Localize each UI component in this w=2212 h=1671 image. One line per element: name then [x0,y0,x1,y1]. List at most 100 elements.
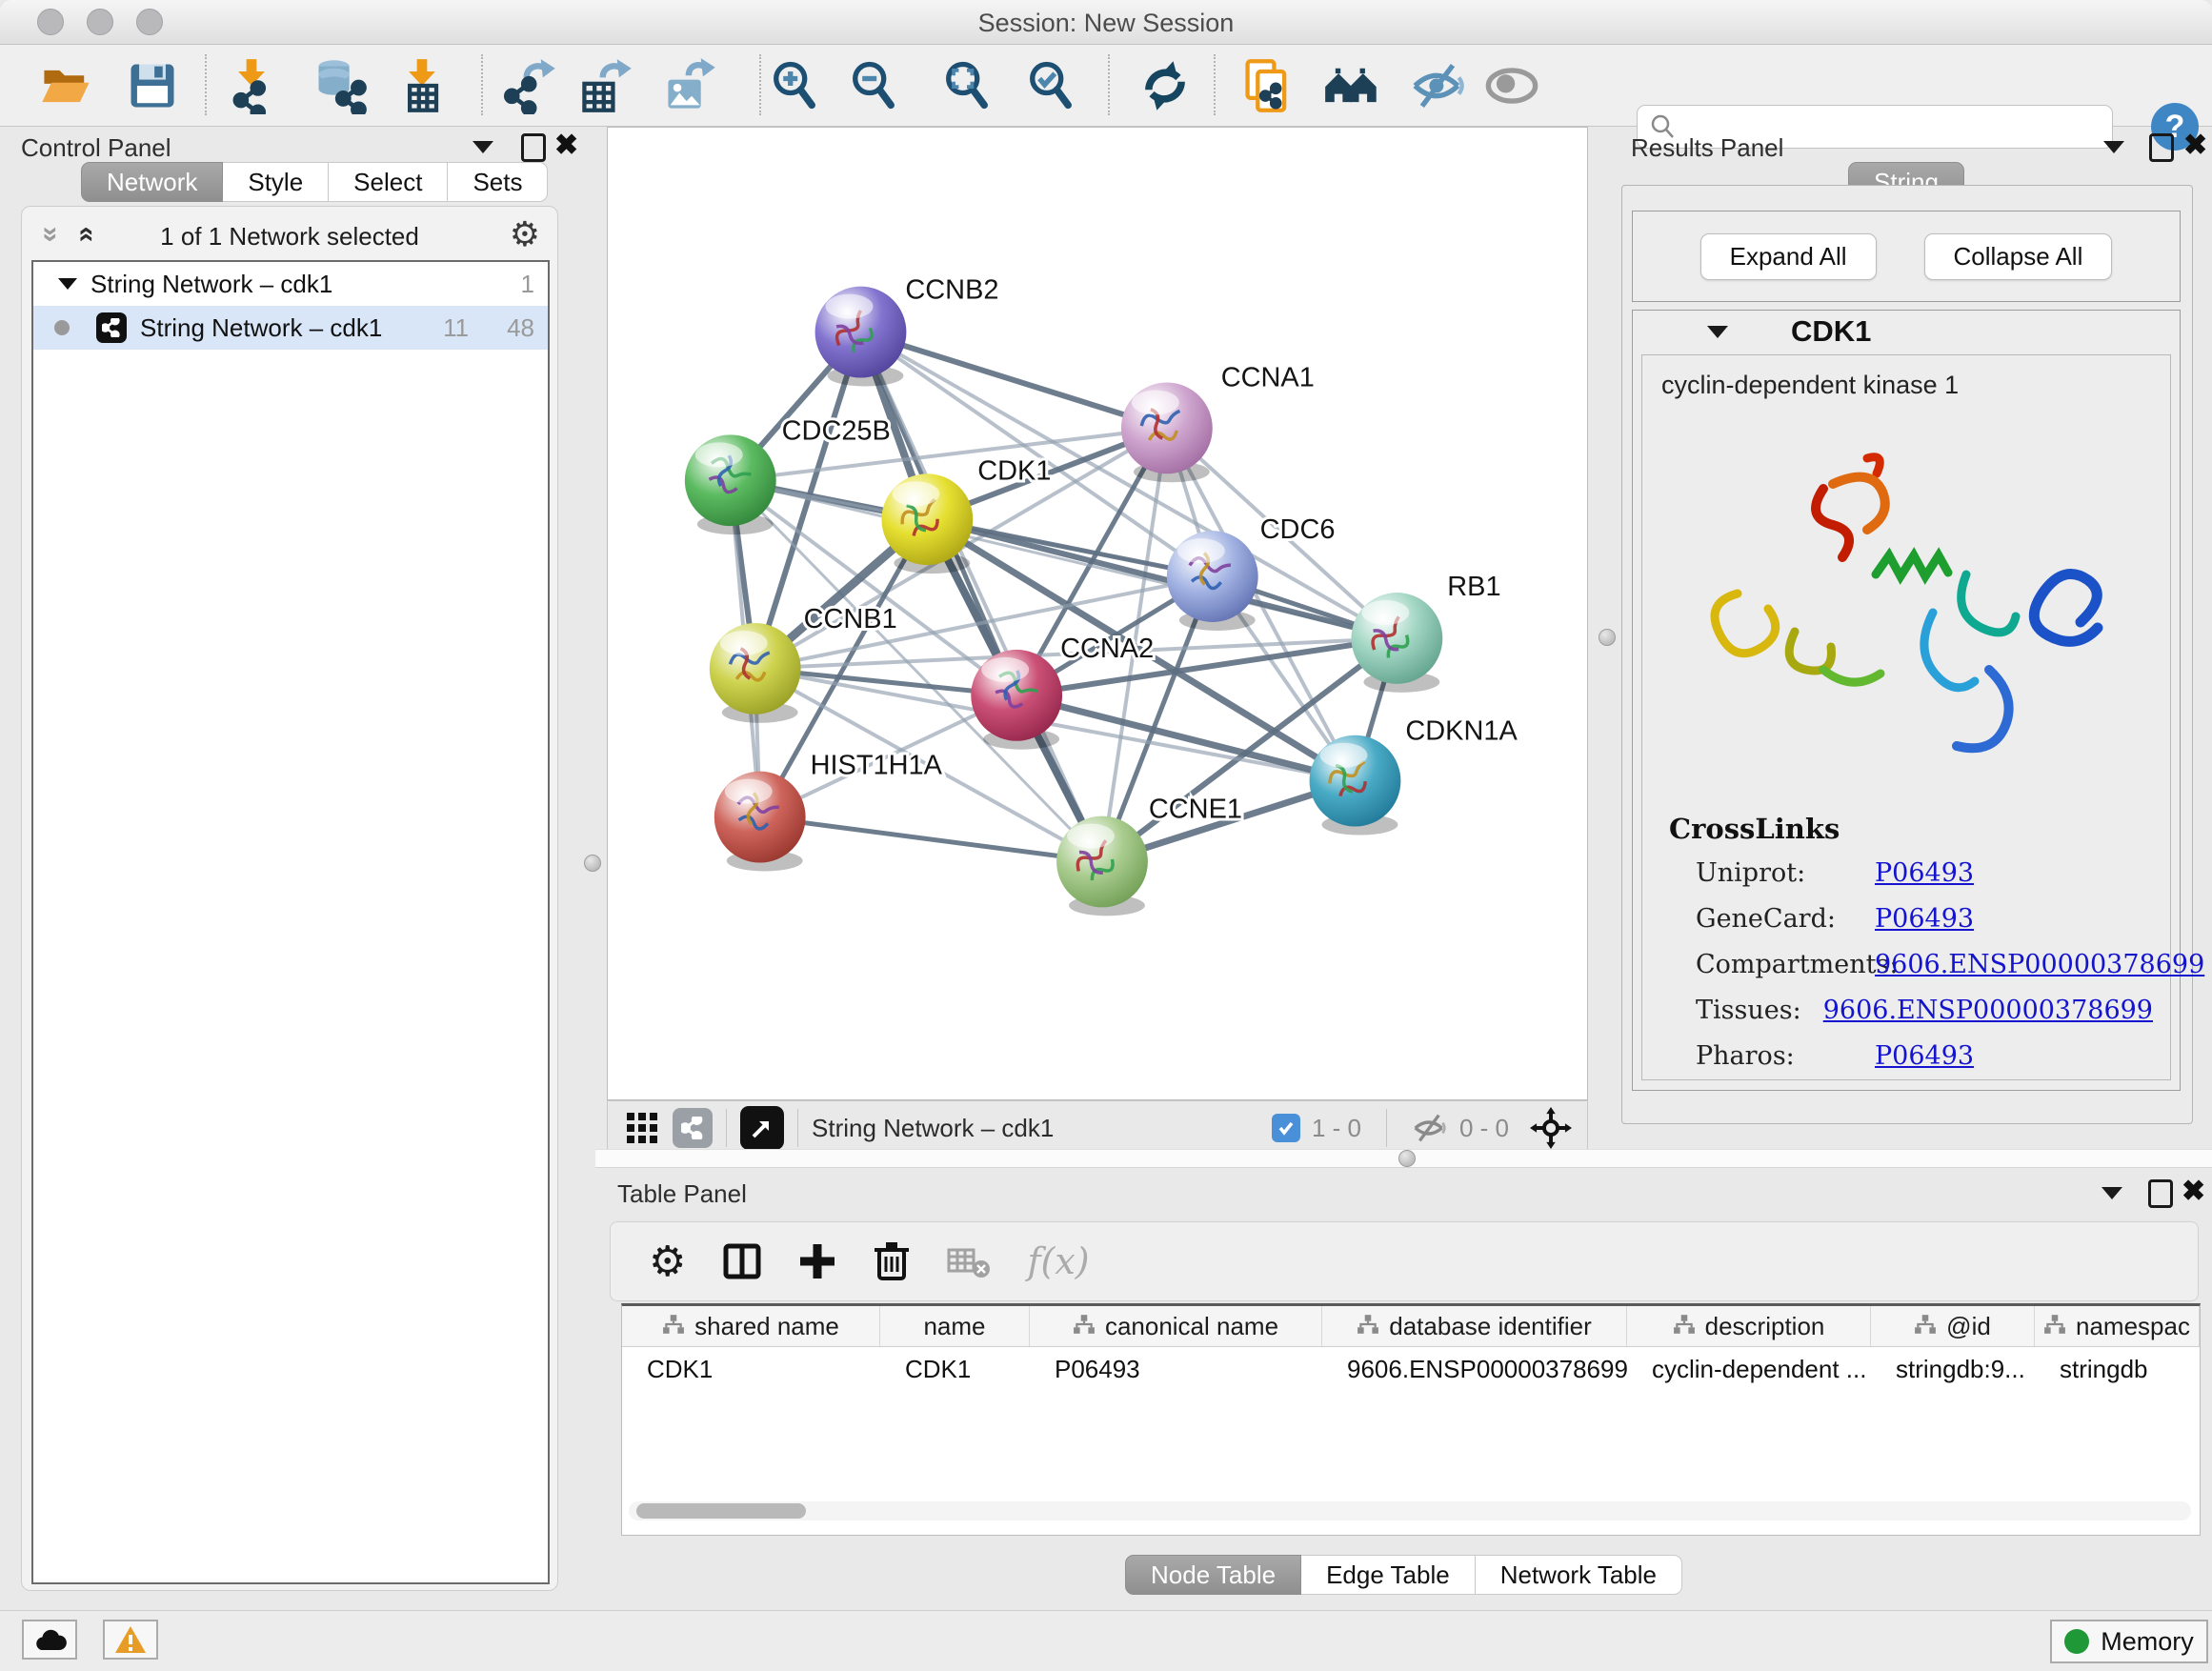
tab-sets[interactable]: Sets [448,162,548,202]
column-header-description[interactable]: description [1627,1306,1871,1346]
control-panel-menu-icon[interactable] [473,141,493,153]
table-scrollbar-thumb[interactable] [636,1503,806,1519]
zoom-selected-icon[interactable] [1022,57,1079,114]
table-panel-menu-icon[interactable] [2101,1187,2122,1199]
tab-style[interactable]: Style [223,162,329,202]
collection-expand-icon[interactable] [58,278,77,290]
right-splitter-handle[interactable] [1599,629,1616,646]
network-node-CDC6[interactable] [1167,531,1258,631]
export-table-icon[interactable] [578,57,635,114]
crosslink-link[interactable]: 9606.ENSP00000378699 [1823,996,2153,1025]
column-label: name [923,1312,985,1341]
gray-eye-icon[interactable] [1483,57,1540,114]
column-label: canonical name [1105,1312,1278,1341]
tab-select[interactable]: Select [329,162,448,202]
open-in-new-window-icon[interactable] [740,1106,784,1150]
network-edge[interactable] [860,332,1102,862]
crosslink-link[interactable]: P06493 [1875,904,1974,934]
network-node-RB1[interactable] [1351,593,1442,693]
tab-network[interactable]: Network [81,162,223,202]
table-panel-close-icon[interactable]: ✖ [2182,1175,2205,1208]
table-header-row: shared name name canonical name database id… [622,1306,2200,1347]
import-network-icon[interactable] [223,57,280,114]
tab-node-table[interactable]: Node Table [1125,1555,1301,1595]
horizontal-splitter[interactable] [595,1149,2212,1168]
column-header-name[interactable]: name [880,1306,1030,1346]
table-tabs: Node Table Edge Table Network Table [595,1555,2212,1595]
import-table-icon[interactable] [393,57,451,114]
crosslink-link[interactable]: P06493 [1875,858,1974,888]
hidden-eye-slash-icon[interactable] [1412,1113,1448,1143]
protein-card-header[interactable]: CDK1 [1633,311,2180,352]
tab-edge-table[interactable]: Edge Table [1301,1555,1476,1595]
network-edge[interactable] [760,817,1102,862]
control-panel-float-icon[interactable] [521,133,546,162]
export-network-icon[interactable] [502,57,559,114]
control-panel-close-icon[interactable]: ✖ [554,129,578,162]
save-session-icon[interactable] [124,57,181,114]
function-builder-icon[interactable]: f(x) [1027,1240,1089,1282]
column-tree-icon [2043,1312,2066,1341]
results-panel-float-icon[interactable] [2149,133,2174,162]
network-row[interactable]: String Network – cdk1 11 48 [33,306,548,350]
toolbar-separator [205,54,207,115]
network-node-CDC25B[interactable] [685,434,776,534]
network-node-CCNA2[interactable] [971,650,1062,750]
results-panel-close-icon[interactable]: ✖ [2183,129,2207,162]
column-header--id[interactable]: @id [1871,1306,2035,1346]
crosslink-link[interactable]: 9606.ENSP00000378699 [1875,950,2204,979]
table-panel-float-icon[interactable] [2148,1179,2173,1208]
string-home-icon[interactable] [1323,57,1380,114]
hide-panel-eye-icon[interactable] [1410,57,1467,114]
expand-all-button[interactable]: Expand All [1700,233,1877,280]
add-column-icon[interactable] [798,1242,836,1280]
memory-button[interactable]: Memory [2050,1620,2208,1663]
network-options-gear-icon[interactable]: ⚙ [510,214,540,254]
column-header-database-identifier[interactable]: database identifier [1322,1306,1627,1346]
zoom-fit-icon[interactable] [938,57,995,114]
crosslink-link[interactable]: P06493 [1875,1041,1974,1071]
table-horizontal-scrollbar[interactable] [629,1501,2191,1520]
open-session-icon[interactable] [38,57,95,114]
zoom-in-icon[interactable] [766,57,823,114]
network-collection-row[interactable]: String Network – cdk1 1 [33,262,548,306]
import-network-from-database-icon[interactable] [312,57,369,114]
network-canvas[interactable]: CCNB2CCNA1CDC25BCDK1CDC6RB1CCNB1CCNA2CDK… [607,127,1588,1100]
network-node-CCNB1[interactable] [710,623,801,723]
refresh-icon[interactable] [1136,57,1194,114]
node-label-CDK1: CDK1 [977,455,1051,486]
warning-status-button[interactable] [103,1620,158,1660]
memory-label: Memory [2101,1627,2194,1657]
delete-column-trash-icon[interactable] [873,1240,911,1282]
crosslinks-title: CrossLinks [1669,813,1840,845]
network-node-CDKN1A[interactable] [1310,735,1401,836]
zoom-out-icon[interactable] [845,57,902,114]
protein-collapse-icon[interactable] [1707,326,1728,338]
column-header-namespac[interactable]: namespac [2035,1306,2200,1346]
network-badge-icon[interactable] [673,1108,713,1148]
export-image-icon[interactable] [662,57,719,114]
move-crosshair-icon[interactable] [1530,1107,1572,1149]
network-graph[interactable]: CCNB2CCNA1CDC25BCDK1CDC6RB1CCNB1CCNA2CDK… [608,128,1587,1099]
network-node-CCNA1[interactable] [1121,382,1213,482]
left-splitter-handle[interactable] [584,855,601,872]
duplicate-network-icon[interactable] [1239,57,1297,114]
network-edge[interactable] [860,332,1166,429]
collapse-all-button[interactable]: Collapse All [1924,233,2113,280]
cloud-status-button[interactable] [22,1620,77,1660]
network-node-HIST1H1A[interactable] [714,772,806,872]
results-panel-menu-icon[interactable] [2103,141,2124,153]
column-header-canonical-name[interactable]: canonical name [1030,1306,1322,1346]
network-node-CCNE1[interactable] [1056,816,1148,916]
column-header-shared-name[interactable]: shared name [622,1306,880,1346]
table-row[interactable]: CDK1CDK1P064939606.ENSP00000378699cyclin… [622,1347,2200,1391]
network-node-CDK1[interactable] [881,473,973,574]
grid-view-icon[interactable] [625,1111,659,1145]
protein-name: CDK1 [1791,314,1871,349]
horizontal-splitter-handle[interactable] [1398,1150,1416,1167]
table-settings-gear-icon[interactable]: ⚙ [649,1238,686,1286]
selected-checkbox-icon[interactable] [1272,1114,1300,1142]
show-columns-icon[interactable] [722,1241,762,1281]
delete-table-icon[interactable] [947,1244,991,1278]
tab-network-table[interactable]: Network Table [1476,1555,1682,1595]
